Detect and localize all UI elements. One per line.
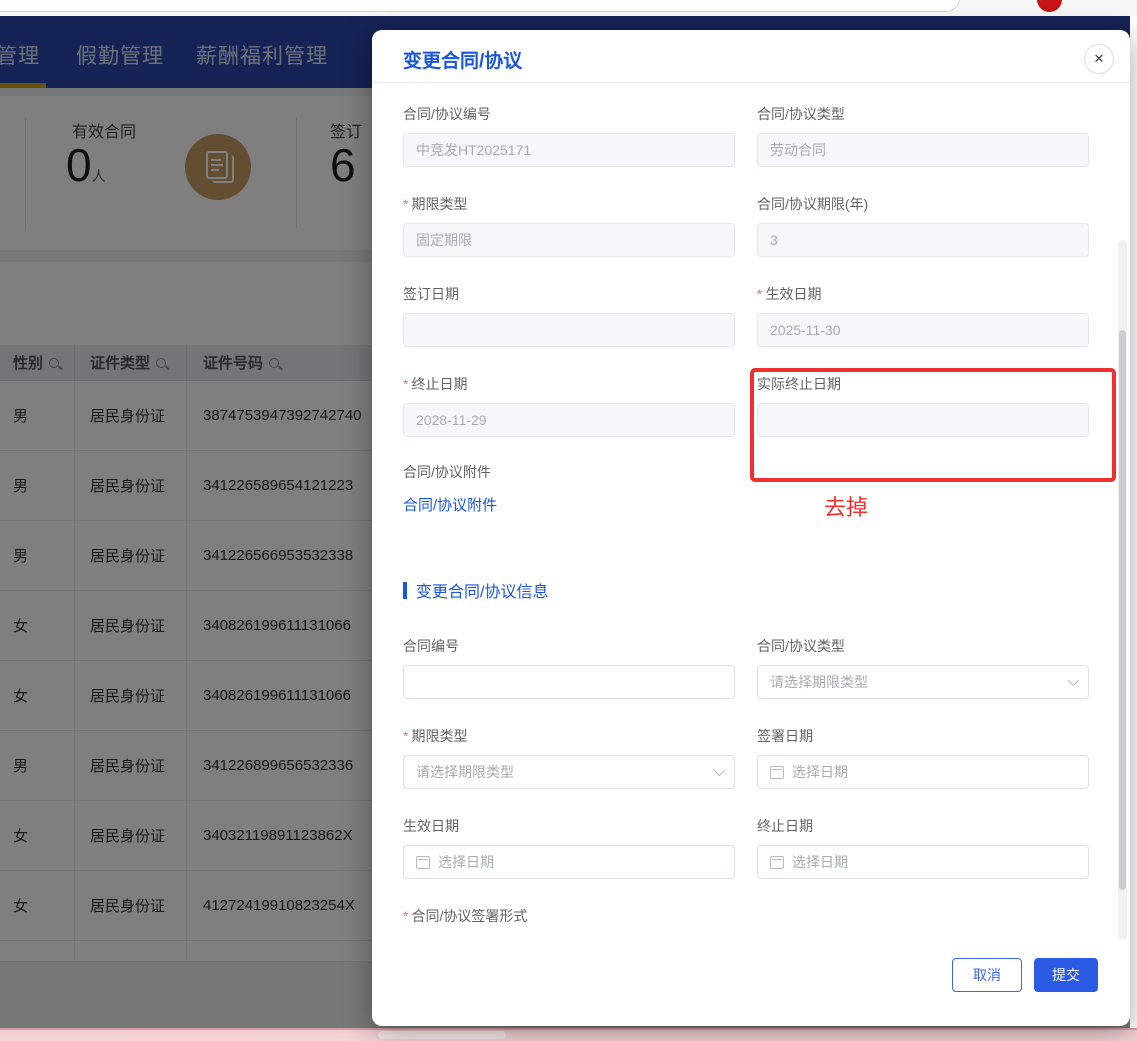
field-label: * 期限类型	[403, 194, 735, 214]
close-icon: ✕	[1093, 51, 1105, 66]
select-placeholder: 请选择期限类型	[416, 764, 514, 780]
chevron-down-icon	[1067, 674, 1080, 687]
field-label: * 合同/协议签署形式	[403, 906, 735, 926]
actual-end-date-input[interactable]	[757, 403, 1089, 437]
close-button[interactable]: ✕	[1084, 44, 1114, 74]
cancel-button[interactable]: 取消	[952, 958, 1022, 992]
new-end-date-picker[interactable]: 选择日期	[757, 845, 1089, 879]
chevron-down-icon	[713, 764, 726, 777]
field-new-contract-no: 合同编号	[403, 636, 735, 699]
browser-red-icon[interactable]	[1037, 0, 1062, 12]
field-label: 合同/协议类型	[757, 106, 845, 122]
select-placeholder: 请选择期限类型	[770, 674, 868, 690]
required-mark: *	[403, 728, 409, 744]
calendar-icon	[416, 855, 430, 869]
end-date-input[interactable]	[403, 403, 735, 437]
field-new-end-date: 终止日期 选择日期	[757, 816, 1089, 879]
label-text: 终止日期	[411, 376, 468, 392]
field-new-contract-type: 合同/协议类型 请选择期限类型	[757, 636, 1089, 699]
label-text: 期限类型	[411, 196, 468, 212]
field-sign-form: * 合同/协议签署形式	[403, 906, 735, 926]
field-term-type: * 期限类型	[403, 194, 735, 257]
field-label: 实际终止日期	[757, 376, 841, 392]
field-label: * 生效日期	[757, 284, 1089, 304]
required-mark: *	[403, 196, 409, 212]
field-label: 合同/协议期限(年)	[757, 196, 869, 212]
contract-no-input[interactable]	[403, 133, 735, 167]
field-sign-date: 签订日期	[403, 284, 735, 347]
required-mark: *	[403, 908, 409, 924]
required-mark: *	[757, 286, 763, 302]
field-actual-end-date: 实际终止日期	[757, 374, 1089, 437]
date-placeholder: 选择日期	[792, 854, 848, 870]
field-end-date: * 终止日期	[403, 374, 735, 437]
field-contract-no: 合同/协议编号	[403, 104, 735, 167]
field-label: 签署日期	[757, 728, 813, 744]
new-contract-type-select[interactable]: 请选择期限类型	[757, 665, 1089, 699]
bottom-browser-bar	[0, 1028, 1137, 1041]
field-label: 终止日期	[757, 818, 813, 834]
field-effective-date: * 生效日期	[757, 284, 1089, 347]
omnibox-edge	[0, 0, 960, 12]
scrollbar-thumb[interactable]	[1119, 330, 1126, 890]
field-label: 合同编号	[403, 638, 459, 654]
term-type-input[interactable]	[403, 223, 735, 257]
label-text: 生效日期	[765, 286, 822, 302]
field-label: 合同/协议类型	[757, 638, 845, 654]
field-new-term-type: * 期限类型 请选择期限类型	[403, 726, 735, 789]
new-effective-date-picker[interactable]: 选择日期	[403, 845, 735, 879]
label-text: 合同/协议签署形式	[411, 908, 528, 924]
change-contract-dialog: 变更合同/协议 ✕ 合同/协议编号 合同/协议类型 *期限类型 合同/协议期限(…	[372, 30, 1130, 1026]
bottom-bar-pill	[378, 1031, 506, 1039]
field-label: 签订日期	[403, 286, 459, 302]
date-placeholder: 选择日期	[438, 854, 494, 870]
new-sign-date-picker[interactable]: 选择日期	[757, 755, 1089, 789]
field-term-years: 合同/协议期限(年)	[757, 194, 1089, 257]
field-label: 生效日期	[403, 818, 459, 834]
section-title: 变更合同/协议信息	[416, 584, 549, 601]
field-new-effective-date: 生效日期 选择日期	[403, 816, 735, 879]
header-divider	[372, 82, 1130, 83]
section-title-bar	[403, 581, 407, 599]
effective-date-input[interactable]	[757, 313, 1089, 347]
attachment-link[interactable]: 合同/协议附件	[403, 494, 497, 515]
right-edge-strip	[1130, 16, 1137, 1028]
annotation-text: 去掉	[824, 495, 869, 520]
field-label: 合同/协议编号	[403, 106, 491, 122]
contract-type-input[interactable]	[757, 133, 1089, 167]
new-term-type-select[interactable]: 请选择期限类型	[403, 755, 735, 789]
field-label: * 终止日期	[403, 374, 735, 394]
attachment-label: 合同/协议附件	[403, 464, 491, 480]
field-new-sign-date: 签署日期 选择日期	[757, 726, 1089, 789]
sign-date-input[interactable]	[403, 313, 735, 347]
dialog-title: 变更合同/协议	[403, 51, 523, 72]
change-section-header: 变更合同/协议信息	[403, 578, 548, 602]
new-contract-no-input[interactable]	[403, 665, 735, 699]
date-placeholder: 选择日期	[792, 764, 848, 780]
calendar-icon	[770, 855, 784, 869]
calendar-icon	[770, 765, 784, 779]
required-mark: *	[403, 376, 409, 392]
term-years-input[interactable]	[757, 223, 1089, 257]
modal-scrollbar[interactable]	[1118, 240, 1127, 940]
browser-chrome	[0, 0, 1137, 16]
field-contract-type: 合同/协议类型	[757, 104, 1089, 167]
label-text: 期限类型	[411, 728, 468, 744]
submit-button[interactable]: 提交	[1034, 958, 1098, 992]
field-label: * 期限类型	[403, 726, 735, 746]
